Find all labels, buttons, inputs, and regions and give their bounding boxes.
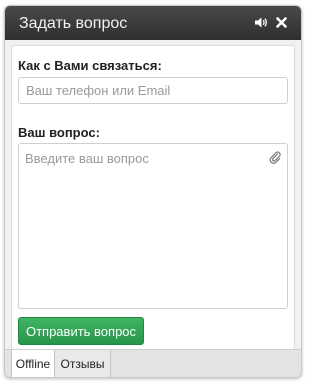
- tab-reviews[interactable]: Отзывы: [55, 350, 111, 377]
- window-title: Задать вопрос: [19, 15, 128, 32]
- tab-offline[interactable]: Offline: [11, 350, 55, 377]
- contact-input[interactable]: [18, 77, 288, 104]
- question-label: Ваш вопрос:: [18, 125, 100, 140]
- close-icon[interactable]: [273, 14, 289, 30]
- chat-widget: Задать вопрос Как с Вами связаться: Ваш …: [4, 5, 302, 378]
- titlebar: Задать вопрос: [5, 6, 301, 40]
- send-question-button[interactable]: Отправить вопрос: [18, 317, 144, 345]
- question-form: Как с Вами связаться: Ваш вопрос: Отправ…: [11, 45, 295, 350]
- question-box: [18, 143, 288, 309]
- paperclip-icon[interactable]: [269, 150, 281, 164]
- contact-label: Как с Вами связаться:: [18, 58, 162, 73]
- question-textarea[interactable]: [19, 144, 287, 308]
- speaker-icon[interactable]: [253, 14, 269, 30]
- tab-bar: Offline Отзывы: [5, 349, 301, 377]
